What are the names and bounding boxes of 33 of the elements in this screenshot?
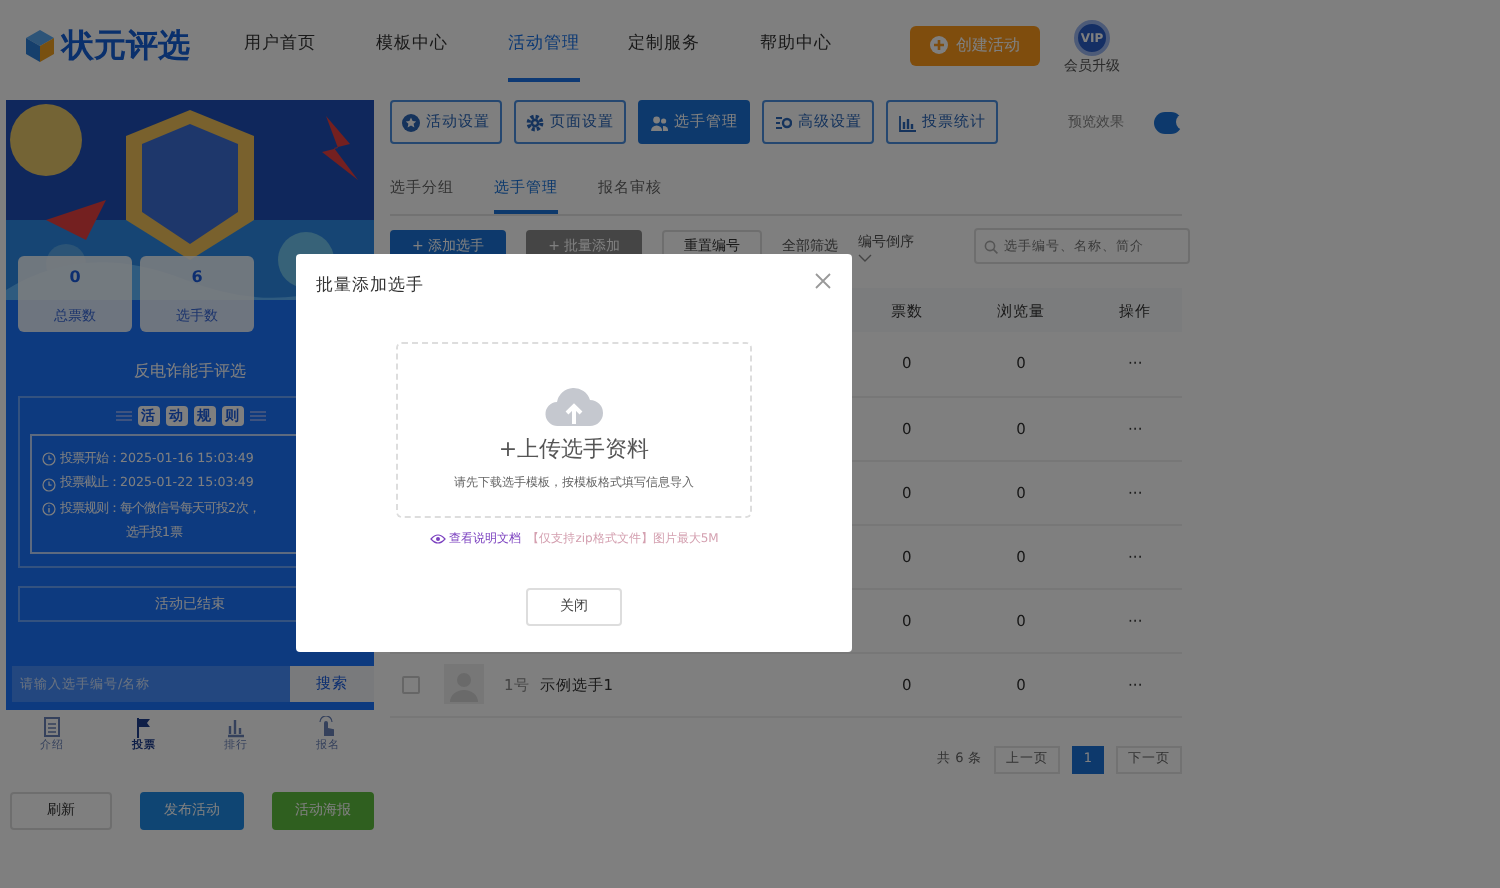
nav-link[interactable]: 定制服务 [628, 8, 760, 82]
activity-title: 反电诈能手评选 [132, 360, 248, 384]
eye-icon [429, 533, 446, 543]
list-icon [42, 716, 62, 739]
gear-icon [526, 113, 544, 131]
clock-icon [42, 452, 56, 467]
dialog-title: 批量添加选手 [316, 274, 424, 300]
nav-link[interactable]: 活动管理 [508, 8, 580, 82]
sliders-icon [774, 113, 792, 131]
ornament-icon [249, 410, 265, 422]
star-icon [402, 113, 420, 131]
cloud-upload-icon [544, 383, 604, 427]
close-icon[interactable] [814, 272, 832, 290]
stat-value: 6 [189, 266, 205, 290]
info-icon [42, 502, 56, 517]
nav-link[interactable]: 帮助中心 [760, 8, 892, 82]
plus-circle-icon [930, 36, 948, 54]
chevron-down-icon [858, 253, 873, 261]
nav-link[interactable]: 模板中心 [376, 8, 508, 82]
flag-icon [134, 716, 154, 739]
hand-icon [318, 716, 338, 739]
bar-chart-icon [898, 113, 916, 131]
users-icon [650, 113, 668, 131]
stat-value: 0 [67, 266, 83, 290]
row-checkbox[interactable] [402, 675, 420, 694]
cube-logo-icon [24, 27, 56, 63]
nav-link[interactable]: 用户首页 [244, 8, 376, 82]
upload-title: +上传选手资料 [498, 433, 650, 465]
create-button[interactable]: 创建活动 [910, 25, 1040, 65]
ornament-icon [115, 410, 131, 422]
clock-icon [42, 477, 56, 492]
logo-text: 状元评选 [62, 23, 190, 67]
bar-chart-icon [226, 716, 246, 739]
